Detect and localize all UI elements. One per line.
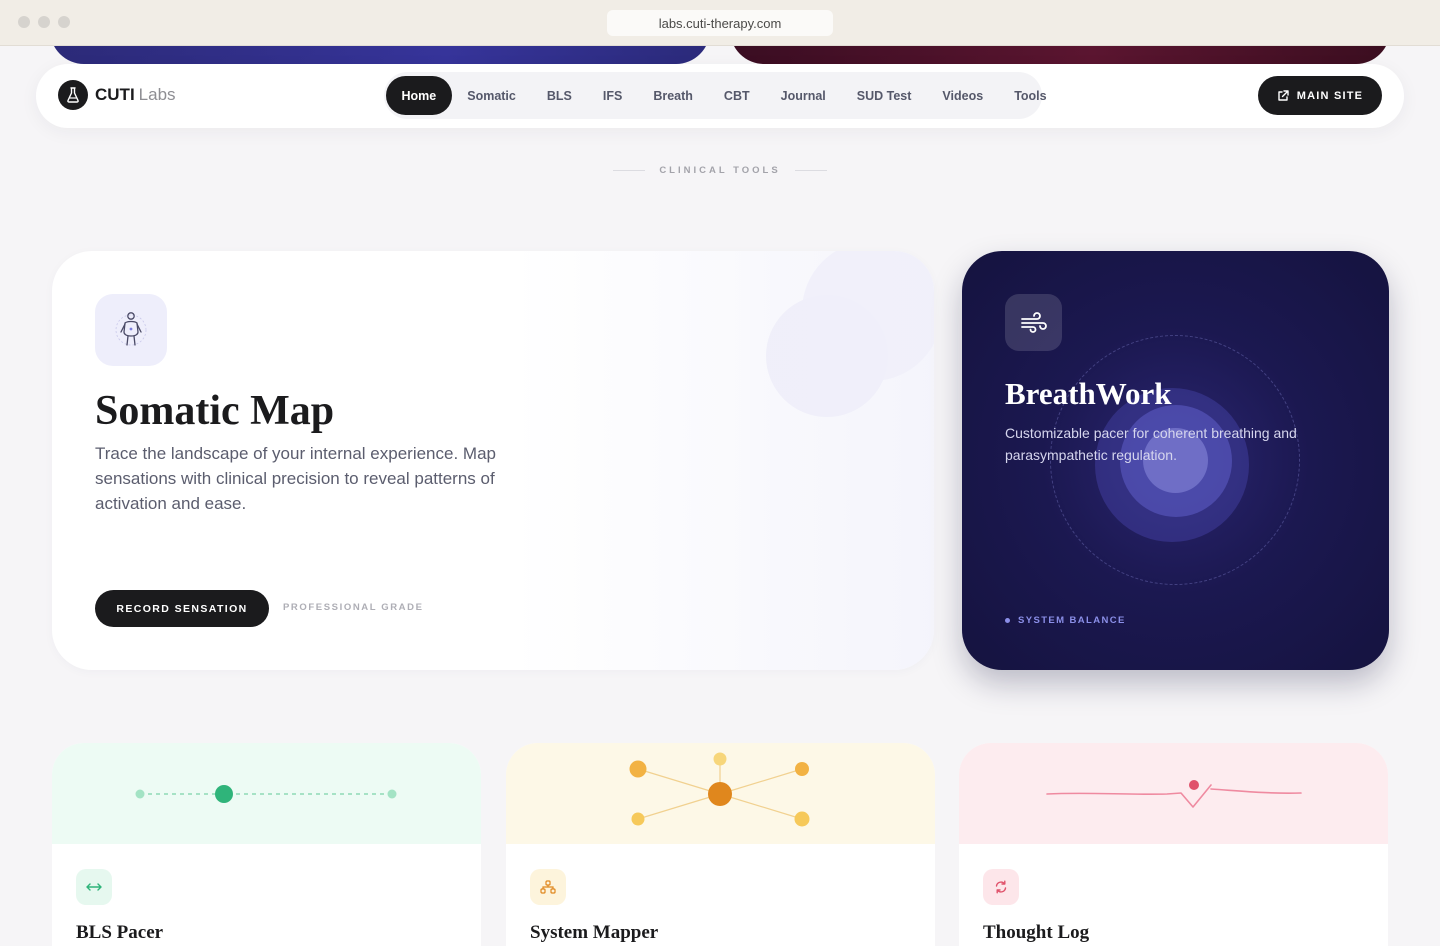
main-site-button[interactable]: MAIN SITE	[1258, 76, 1382, 115]
top-navbar: CUTI Labs Home Somatic BLS IFS Breath CB…	[36, 64, 1404, 128]
nav-item-ifs[interactable]: IFS	[587, 76, 637, 115]
nav-item-bls[interactable]: BLS	[531, 76, 587, 115]
nav-item-journal[interactable]: Journal	[765, 76, 841, 115]
professional-grade-tag: PROFESSIONAL GRADE	[283, 602, 424, 613]
address-bar[interactable]: labs.cuti-therapy.com	[607, 10, 833, 36]
somatic-description: Trace the landscape of your internal exp…	[95, 444, 496, 513]
record-sensation-button[interactable]: RECORD SENSATION	[95, 590, 269, 627]
main-site-label: MAIN SITE	[1296, 89, 1364, 102]
nav-menu: Home Somatic BLS IFS Breath CBT Journal …	[384, 72, 1047, 119]
breathwork-description: Customizable pacer for coherent breathin…	[1005, 425, 1297, 463]
bls-pacer-preview	[52, 743, 481, 844]
decorative-gradient	[512, 251, 934, 670]
external-link-icon	[1278, 89, 1289, 101]
status-dot	[1005, 618, 1010, 623]
window-minimize-button[interactable]	[38, 16, 50, 28]
breathwork-card[interactable]: BreathWork Customizable pacer for cohere…	[962, 251, 1389, 670]
flask-icon	[58, 80, 88, 110]
somatic-map-card[interactable]: Somatic Map Trace the landscape of your …	[52, 251, 934, 670]
brand-logo[interactable]: CUTI Labs	[58, 80, 176, 110]
thought-log-card[interactable]: Thought Log	[959, 743, 1388, 946]
window-close-button[interactable]	[18, 16, 30, 28]
breathwork-title: BreathWork	[1005, 376, 1172, 411]
system-balance-label: SYSTEM BALANCE	[1018, 615, 1126, 626]
tool-name: System Mapper	[530, 922, 659, 943]
brand-subtitle: Labs	[138, 85, 176, 104]
nav-item-somatic[interactable]: Somatic	[452, 76, 532, 115]
system-mapper-card[interactable]: System Mapper	[506, 743, 935, 946]
divider	[794, 169, 827, 171]
arrows-horizontal-icon	[76, 869, 112, 905]
system-balance-tag: SYSTEM BALANCE	[1005, 615, 1126, 626]
refresh-icon	[983, 869, 1019, 905]
tool-name: BLS Pacer	[76, 922, 164, 943]
nav-item-cbt[interactable]: CBT	[708, 76, 765, 115]
nav-item-tools[interactable]: Tools	[999, 76, 1062, 115]
nav-item-breath[interactable]: Breath	[638, 76, 709, 115]
network-icon	[530, 869, 566, 905]
system-mapper-preview	[506, 743, 935, 844]
tool-name: Thought Log	[983, 922, 1090, 943]
browser-chrome: labs.cuti-therapy.com	[0, 0, 1440, 46]
window-zoom-button[interactable]	[58, 16, 70, 28]
body-figure-icon	[95, 294, 167, 366]
bls-pacer-card[interactable]: BLS Pacer	[52, 743, 481, 946]
somatic-title: Somatic Map	[95, 388, 335, 434]
section-heading: CLINICAL TOOLS	[0, 165, 1440, 176]
section-heading-text: CLINICAL TOOLS	[659, 165, 781, 176]
nav-item-videos[interactable]: Videos	[927, 76, 999, 115]
wind-icon	[1005, 294, 1062, 351]
nav-item-home[interactable]: Home	[386, 76, 452, 115]
nav-item-sud-test[interactable]: SUD Test	[841, 76, 927, 115]
divider	[613, 169, 646, 171]
thought-log-preview	[959, 743, 1388, 844]
brand-name: CUTI	[95, 85, 135, 104]
